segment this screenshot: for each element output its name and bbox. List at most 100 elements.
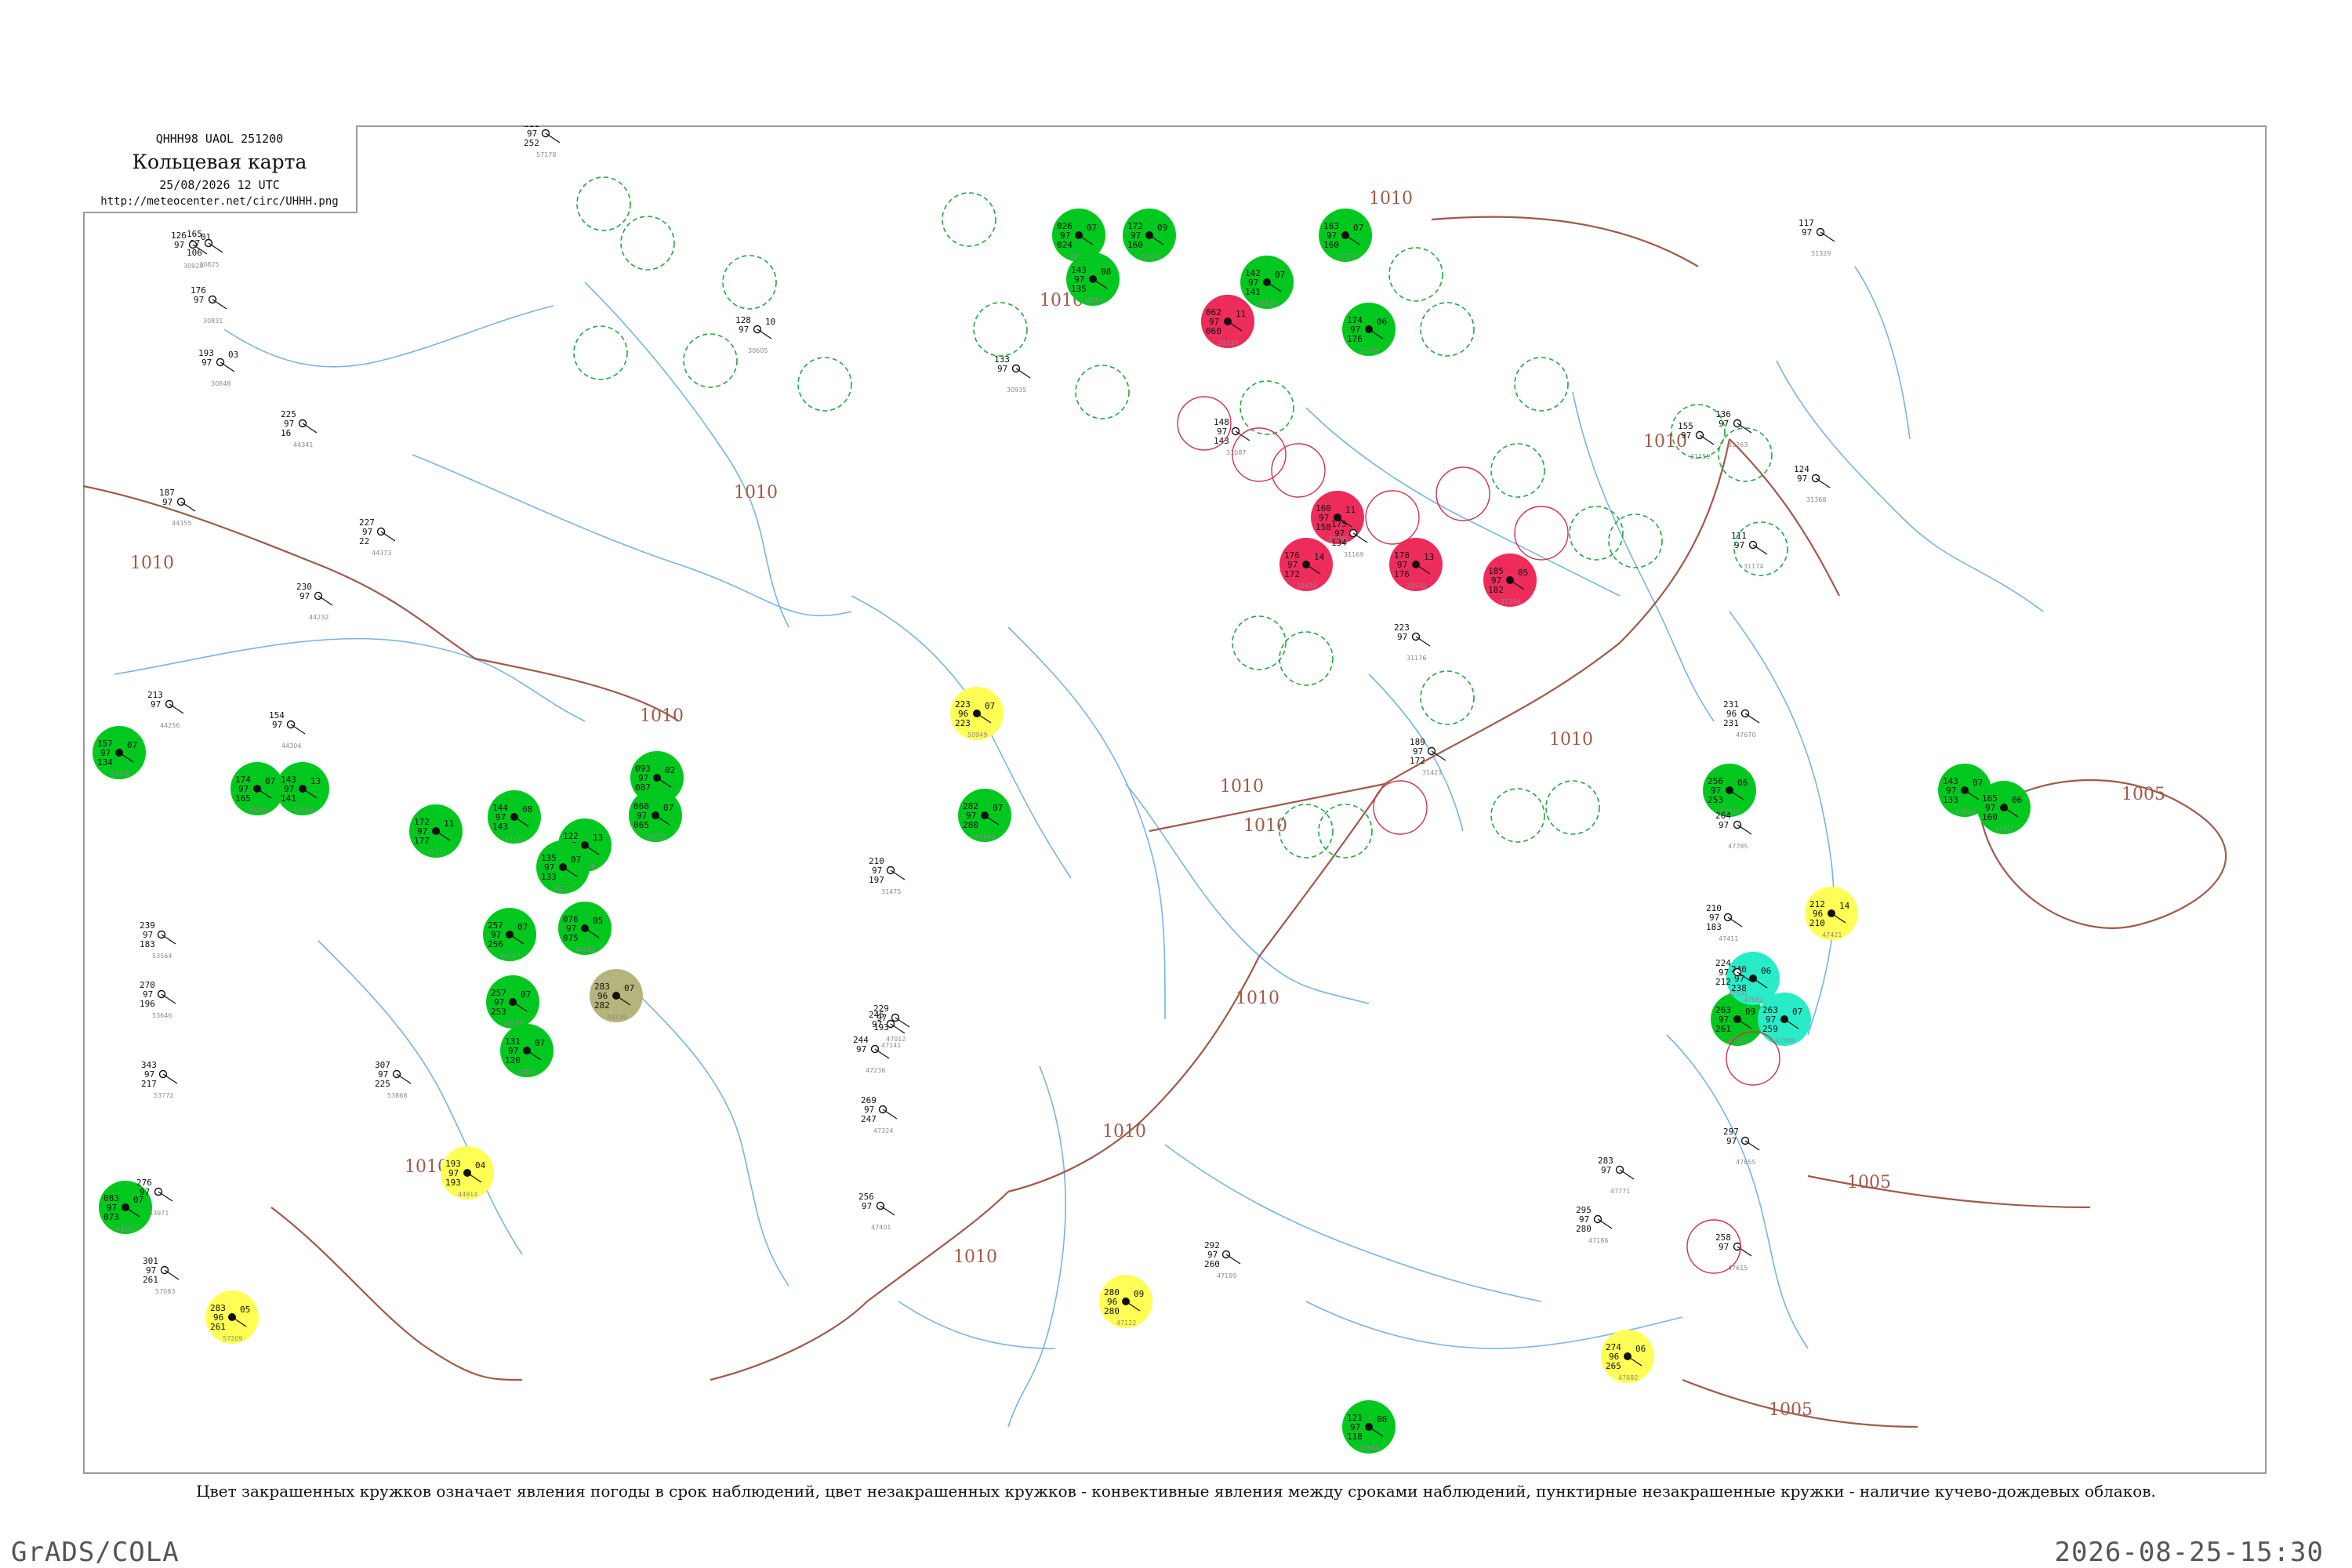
wind-barb-icon <box>1820 231 1835 242</box>
station-pressure: 14 <box>1839 901 1850 911</box>
station-plain[interactable]: 2139744256 <box>147 690 184 729</box>
map-title-box: QHHH98 UAOL 251200 Кольцевая карта 25/08… <box>83 125 358 213</box>
station-fog[interactable]: 212962101447421 <box>1805 887 1858 940</box>
station-thunder[interactable]: 062970601131137 <box>1201 295 1254 348</box>
station-plain[interactable]: 225971644341 <box>281 409 318 448</box>
station-index: 53564 <box>152 953 172 960</box>
station-index: 47040 <box>975 833 995 840</box>
station-plain[interactable]: 1339730935 <box>994 354 1031 394</box>
station-pressure: 07 <box>1275 270 1285 280</box>
station-dew: 172 <box>1284 569 1300 579</box>
station-index: 44241 <box>505 835 524 842</box>
station-plain[interactable]: 1899717231421 <box>1410 737 1446 776</box>
station-plain[interactable]: 1249731368 <box>1794 464 1831 503</box>
station-rain[interactable]: 143971350831004 <box>1066 252 1120 306</box>
station-index: 30929 <box>183 263 203 270</box>
station-plain[interactable]: 1179731329 <box>1798 218 1835 257</box>
station-index: 30605 <box>748 347 768 354</box>
station-index: 44355 <box>172 520 191 527</box>
station-plain[interactable]: 3019726157083 <box>143 1256 180 1295</box>
station-pressure: 11 <box>1236 309 1246 319</box>
station-plain[interactable]: 128971030605 <box>735 315 775 354</box>
station-index: 47682 <box>1618 1374 1638 1381</box>
station-rain[interactable]: 068970650730823 <box>629 789 682 842</box>
station-pressure: 04 <box>475 1160 486 1171</box>
station-plain[interactable]: 2239731176 <box>1394 622 1431 662</box>
station-plain[interactable]: 1769730831 <box>191 285 227 325</box>
station-dew: 252 <box>524 138 539 148</box>
wind-barb-icon <box>880 1205 895 1216</box>
station-rain[interactable]: 131971200730931 <box>500 1024 554 1077</box>
station-plain[interactable]: 2709719653646 <box>140 980 176 1019</box>
station-rain[interactable]: 135971330744277 <box>536 840 590 894</box>
station-haze[interactable]: 283962820744239 <box>590 969 643 1022</box>
station-plain[interactable]: 2979747655 <box>1723 1127 1760 1166</box>
station-fog[interactable]: 283962610557209 <box>205 1290 259 1344</box>
station-pressure: 07 <box>1792 1007 1802 1017</box>
station-pressure: 05 <box>1518 568 1528 578</box>
station-rain[interactable]: 257972530744298 <box>486 975 539 1029</box>
isobar-line <box>1431 216 1699 267</box>
wind-barb-icon <box>380 531 396 542</box>
station-plain[interactable]: 2449747236 <box>853 1035 890 1074</box>
station-rain[interactable]: 256972530647058 <box>1703 764 1756 817</box>
station-thunder[interactable]: 185971820531594 <box>1483 554 1537 607</box>
station-plain[interactable]: 2839747771 <box>1598 1156 1635 1195</box>
station-rain[interactable]: 174971760631707 <box>1342 303 1396 356</box>
station-index: 31263 <box>1728 441 1748 448</box>
station-plain[interactable]: 1549744304 <box>269 710 306 750</box>
station-rain[interactable]: 174971650744203 <box>230 762 284 815</box>
station-fog[interactable]: 274962650647682 <box>1601 1330 1654 1383</box>
station-plain[interactable]: 3439721753772 <box>141 1060 178 1099</box>
station-rain[interactable]: 163971600731329 <box>1319 209 1372 262</box>
station-plain[interactable]: 2109719731475 <box>869 856 906 895</box>
station-plain[interactable]: 3079722553868 <box>375 1060 412 1099</box>
station-rain[interactable]: 282972800747040 <box>958 789 1011 842</box>
station-dew: 259 <box>1762 1024 1778 1034</box>
station-plain[interactable]: 2319623147670 <box>1723 699 1760 739</box>
station-plain[interactable]: 2959728047186 <box>1576 1205 1613 1244</box>
station-rain[interactable]: 076970750544292 <box>558 902 612 955</box>
map-url[interactable]: http://meteocenter.net/circ/UHHH.png <box>83 195 356 208</box>
cb-cloud-ring <box>1232 615 1287 670</box>
station-plain[interactable]: 193970330848 <box>198 348 238 387</box>
station-rain[interactable]: 121971180847899 <box>1342 1400 1396 1454</box>
wind-barb-icon <box>180 501 196 512</box>
convective-ring <box>1365 490 1420 545</box>
station-plain[interactable]: 2929726047189 <box>1204 1240 1241 1279</box>
cb-cloud-ring <box>1569 506 1624 561</box>
station-plain[interactable]: 2399718353564 <box>140 920 176 960</box>
station-rain[interactable]: 172971600931026 <box>1123 209 1176 262</box>
station-rain[interactable]: 142971410730823 <box>1240 256 1294 309</box>
station-pressure: 13 <box>593 833 603 843</box>
station-plain[interactable]: 2699724747324 <box>861 1095 898 1134</box>
map-canvas[interactable]: 1010101010101010101010101010101010101010… <box>83 125 2267 1474</box>
station-plain[interactable]: 2109718347411 <box>1706 903 1743 942</box>
station-thunder[interactable]: 176971721431418 <box>1279 538 1333 591</box>
station-index: 31169 <box>1344 551 1363 558</box>
station-plain[interactable]: 2309744232 <box>296 582 333 621</box>
station-shower[interactable]: 263972590747588 <box>1758 993 1811 1046</box>
wind-barb-icon <box>1744 713 1760 724</box>
station-dew: 118 <box>1347 1432 1363 1442</box>
river-line <box>412 454 852 617</box>
station-plain[interactable]: 2589747615 <box>1715 1232 1752 1272</box>
station-pressure: 13 <box>310 776 321 786</box>
station-plain[interactable]: 2569747401 <box>858 1192 895 1231</box>
station-rain[interactable]: 157971340723336 <box>93 726 146 779</box>
station-rain[interactable]: 172971771144230 <box>409 804 463 858</box>
wind-barb-icon <box>1744 1140 1760 1151</box>
station-pressure: 09 <box>1157 223 1167 233</box>
station-rain[interactable]: 144971430844241 <box>488 790 541 844</box>
station-rain[interactable]: 143971411344288 <box>276 762 329 815</box>
station-plain[interactable]: 1489714331087 <box>1214 417 1250 456</box>
station-plain[interactable]: 3119725257178 <box>524 125 561 158</box>
station-fog[interactable]: 193971930444914 <box>441 1146 494 1200</box>
station-fog[interactable]: 280962800947122 <box>1099 1275 1152 1328</box>
station-fog[interactable]: 223962230750949 <box>950 687 1004 740</box>
station-thunder[interactable]: 178971761331532 <box>1389 538 1443 591</box>
station-rain[interactable]: 165971600647011 <box>1977 781 2031 834</box>
station-rain[interactable]: 257972560744287 <box>483 908 536 961</box>
station-index: 31368 <box>1806 496 1826 503</box>
station-plain[interactable]: 227972244373 <box>359 517 396 557</box>
